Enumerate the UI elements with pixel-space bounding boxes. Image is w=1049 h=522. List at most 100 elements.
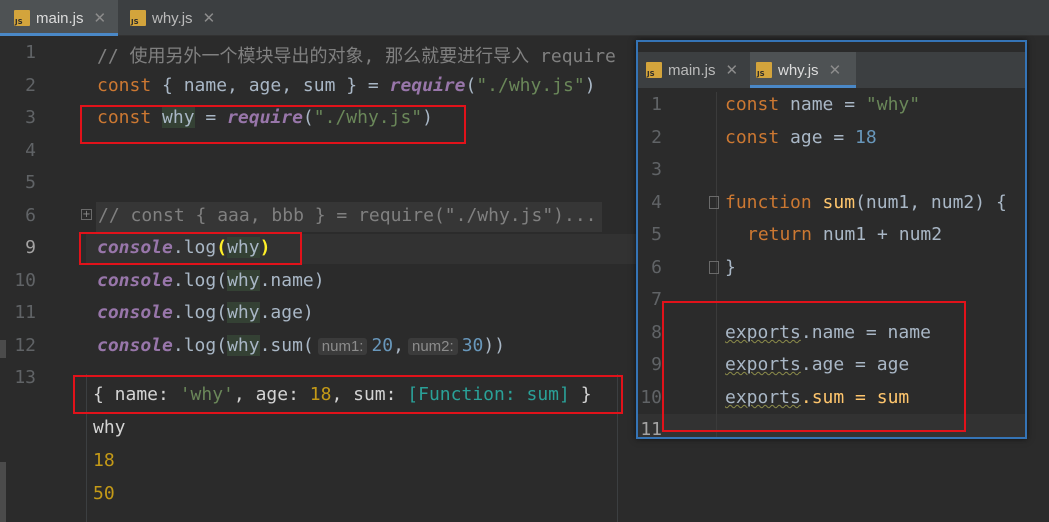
- code-line-10: console.log(why.name): [97, 270, 325, 291]
- line-number: 12: [14, 335, 36, 356]
- tab-label: main.js: [668, 61, 716, 79]
- paren: ): [584, 75, 596, 96]
- line-number: 11: [640, 419, 662, 439]
- line-number: 5: [25, 172, 36, 193]
- member-access: .name): [259, 270, 325, 291]
- js-file-icon: JS: [646, 62, 662, 78]
- console-object: console: [97, 302, 173, 323]
- line-number: 4: [651, 192, 662, 213]
- line-number: 13: [14, 367, 36, 388]
- code-line-1: const name = "why": [725, 94, 920, 115]
- console-object: console: [97, 270, 173, 291]
- dot: .: [172, 335, 184, 356]
- js-file-icon: JS: [130, 10, 146, 26]
- paren: )): [483, 335, 506, 356]
- dot: .: [172, 302, 184, 323]
- line-number: 11: [14, 302, 36, 323]
- code-line-2: const { name, age, sum } = require("./wh…: [97, 75, 596, 96]
- member-access: .sum(: [259, 335, 314, 356]
- annotation-box: [73, 375, 623, 414]
- close-icon[interactable]: ✕: [726, 61, 739, 79]
- output-line-2: why: [93, 417, 126, 438]
- destructure: { name, age, sum } =: [151, 75, 390, 96]
- code-line-11: console.log(why.age): [97, 302, 314, 323]
- code-line-12: console.log(why.sum(num1: 20, num2: 30)): [97, 335, 505, 356]
- expression: num1 + num2: [812, 224, 943, 245]
- string: "why": [865, 94, 921, 115]
- tab-label: why.js: [778, 61, 819, 79]
- tab-main-js[interactable]: JS main.js ✕: [0, 0, 118, 36]
- code-line-6-folded[interactable]: // const { aaa, bbb } = require("./why.j…: [98, 205, 597, 226]
- close-icon[interactable]: ✕: [94, 9, 107, 27]
- fold-end-icon[interactable]: [709, 261, 719, 274]
- annotation-box: [80, 105, 466, 144]
- annotation-box: [79, 232, 302, 265]
- log-method: log: [183, 302, 217, 323]
- paren: (: [216, 270, 228, 291]
- function-name: sum: [822, 192, 856, 213]
- identifier: age =: [779, 127, 856, 148]
- line-number: 4: [25, 140, 36, 161]
- string: "./why.js": [476, 75, 585, 96]
- param-hint: num1:: [317, 338, 368, 355]
- line-number: 2: [25, 75, 36, 96]
- variable-why: why: [227, 335, 260, 356]
- output-line-4: 50: [93, 483, 115, 504]
- js-file-icon: JS: [14, 10, 30, 26]
- editor-tab-bar: JS main.js ✕ JS why.js ✕: [0, 0, 1049, 36]
- js-file-icon: JS: [756, 62, 772, 78]
- dot: .: [172, 270, 184, 291]
- number: 18: [855, 127, 877, 148]
- variable-why: why: [227, 270, 260, 291]
- code-line-1: // 使用另外一个模块导出的对象, 那么就要进行导入 require: [97, 46, 616, 67]
- line-number: 1: [651, 94, 662, 115]
- tab-label: main.js: [36, 9, 84, 27]
- keyword: const: [725, 127, 780, 148]
- member-access: .age): [259, 302, 314, 323]
- tab-why-js[interactable]: JS why.js ✕: [118, 0, 230, 36]
- keyword: function: [725, 192, 812, 213]
- fold-expand-icon[interactable]: +: [81, 209, 92, 220]
- line-number: 10: [640, 387, 662, 408]
- close-icon[interactable]: ✕: [829, 61, 842, 79]
- keyword: return: [747, 224, 813, 245]
- comma: ,: [393, 335, 404, 356]
- line-number: 3: [25, 107, 36, 128]
- line-number: 3: [651, 159, 662, 180]
- line-number: 1: [25, 42, 36, 63]
- variable-why: why: [227, 302, 260, 323]
- code-line-2: const age = 18: [725, 127, 877, 148]
- tab-why-js[interactable]: JS why.js ✕: [750, 52, 856, 88]
- why-js-preview-window[interactable]: JS main.js ✕ JS why.js ✕ 1 2 3 4 5 6 7 8…: [636, 40, 1027, 439]
- keyword: const: [97, 75, 152, 96]
- require-call: require: [389, 75, 466, 96]
- line-number: 5: [651, 224, 662, 245]
- log-method: log: [183, 335, 217, 356]
- annotation-box: [662, 301, 966, 432]
- paren: (: [216, 302, 228, 323]
- line-number: 8: [651, 322, 662, 343]
- line-number: 2: [651, 127, 662, 148]
- line-number: 6: [651, 257, 662, 278]
- number: 20: [371, 335, 394, 356]
- line-number: 6: [25, 205, 36, 226]
- keyword: const: [725, 94, 780, 115]
- number: 30: [461, 335, 484, 356]
- identifier: name =: [779, 94, 866, 115]
- output-line-3: 18: [93, 450, 115, 471]
- fold-collapse-icon[interactable]: [709, 196, 719, 209]
- params: (num1, num2) {: [855, 192, 1007, 213]
- code-line-4: function sum(num1, num2) {: [725, 192, 1007, 213]
- paren: (: [216, 335, 228, 356]
- preview-tab-bar: JS main.js ✕ JS why.js ✕: [638, 52, 1025, 88]
- paren: (: [465, 75, 477, 96]
- close-icon[interactable]: ✕: [203, 9, 216, 27]
- tab-label: why.js: [152, 9, 193, 27]
- tab-main-js[interactable]: JS main.js ✕: [642, 52, 748, 88]
- code-line-5: return num1 + num2: [747, 224, 942, 245]
- side-marker: [0, 462, 6, 522]
- line-number: 7: [651, 289, 662, 310]
- code-line-6: }: [725, 257, 736, 278]
- param-hint: num2:: [408, 338, 458, 355]
- line-number: 10: [14, 270, 36, 291]
